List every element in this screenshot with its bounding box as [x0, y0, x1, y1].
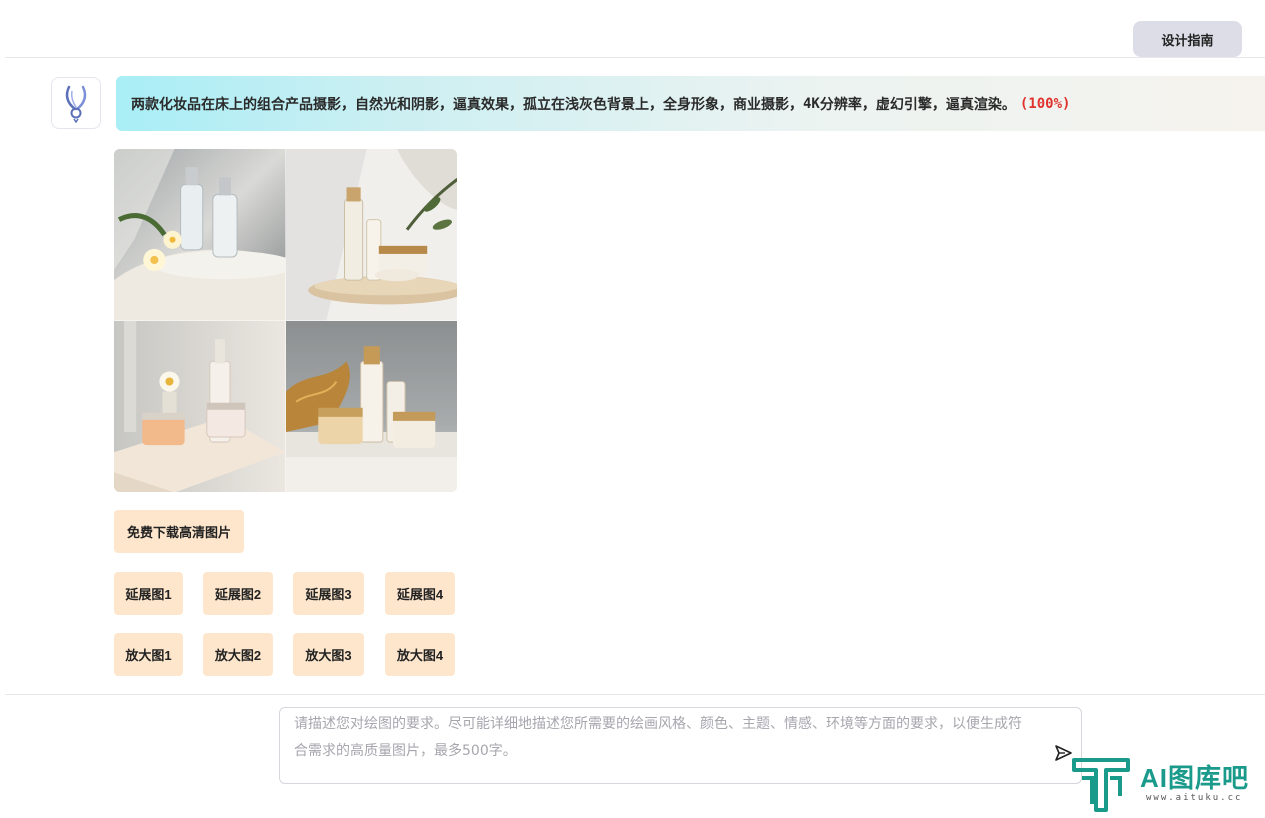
- generated-image-1[interactable]: [114, 149, 286, 321]
- site-watermark: AI图库吧 www.aituku.cc: [1070, 756, 1260, 816]
- extend-image-1-button[interactable]: 延展图1: [114, 572, 183, 615]
- generated-image-grid[interactable]: [114, 149, 457, 492]
- prompt-resolution: 4K: [803, 95, 820, 112]
- generated-image-3[interactable]: [114, 320, 286, 492]
- prompt-tail: 分辨率，虚幻引擎，逼真渲染。: [819, 96, 1016, 113]
- upscale-image-4-button[interactable]: 放大图4: [385, 633, 455, 676]
- watermark-brand: AI图库吧: [1140, 763, 1250, 793]
- prompt-text: 两款化妆品在床上的组合产品摄影，自然光和阴影，逼真效果，孤立在浅灰色背景上，全身…: [131, 96, 803, 113]
- assistant-avatar: [51, 77, 101, 129]
- prompt-composer: [279, 707, 1082, 784]
- extend-image-2-button[interactable]: 延展图2: [203, 572, 273, 615]
- upscale-image-1-button[interactable]: 放大图1: [114, 633, 183, 676]
- upscale-image-2-button[interactable]: 放大图2: [203, 633, 273, 676]
- composer-divider: [5, 694, 1265, 695]
- generated-image-4[interactable]: [285, 320, 457, 492]
- top-divider: [5, 57, 1265, 58]
- download-hd-button[interactable]: 免费下载高清图片: [114, 510, 244, 553]
- design-guide-button[interactable]: 设计指南: [1133, 21, 1242, 57]
- generated-image-2[interactable]: [285, 149, 457, 321]
- bunny-logo-icon: [65, 85, 87, 123]
- brand-logo-icon: [1072, 758, 1130, 812]
- watermark-url: www.aituku.cc: [1146, 793, 1243, 803]
- extend-image-4-button[interactable]: 延展图4: [385, 572, 455, 615]
- prompt-input[interactable]: [280, 708, 1040, 783]
- top-bar: 设计指南: [0, 0, 1265, 58]
- extend-image-3-button[interactable]: 延展图3: [293, 572, 364, 615]
- progress-percent: (100%): [1019, 95, 1071, 112]
- upscale-image-3-button[interactable]: 放大图3: [293, 633, 364, 676]
- prompt-message: 两款化妆品在床上的组合产品摄影，自然光和阴影，逼真效果，孤立在浅灰色背景上，全身…: [116, 76, 1265, 131]
